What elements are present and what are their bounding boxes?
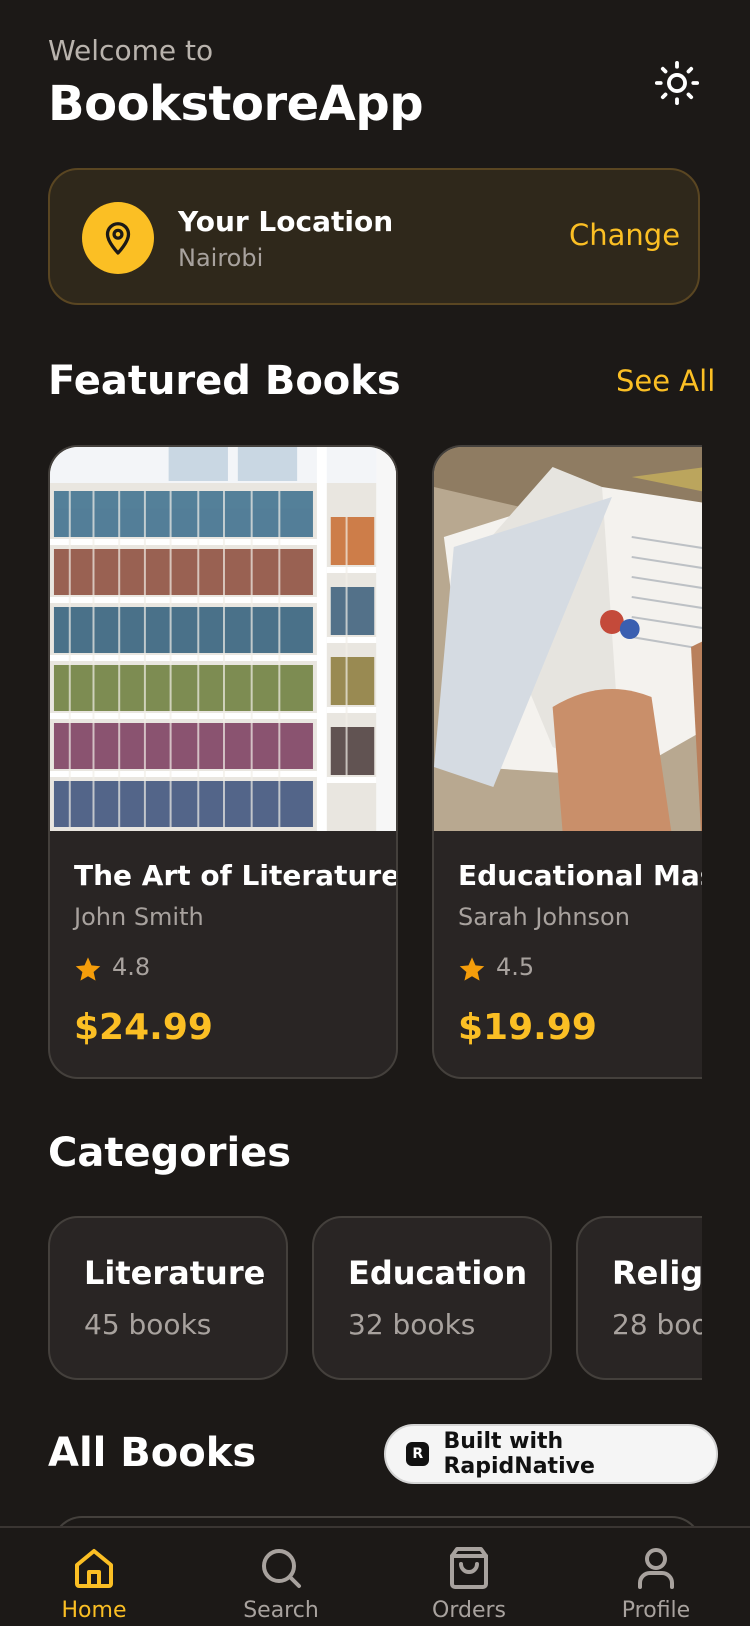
nav-orders[interactable]: Orders: [399, 1528, 539, 1626]
change-location-button[interactable]: Change: [569, 218, 680, 252]
book-rating: 4.8: [112, 953, 151, 981]
home-icon: [75, 1549, 113, 1588]
category-card-literature[interactable]: Literature 45 books: [48, 1216, 288, 1380]
location-title: Your Location: [178, 205, 394, 238]
featured-books-heading: Featured Books: [48, 358, 401, 404]
book-price: $24.99: [74, 1007, 213, 1048]
category-card-religion[interactable]: Religion 28 books: [576, 1216, 702, 1380]
map-pin-icon: [105, 222, 131, 255]
category-count: 32 books: [348, 1308, 476, 1341]
category-card-clip: Religion 28 books: [576, 1216, 702, 1380]
star-icon: [75, 957, 101, 981]
nav-home[interactable]: Home: [24, 1528, 164, 1626]
nav-label: Home: [61, 1598, 127, 1623]
rapidnative-logo: R: [406, 1442, 430, 1466]
book-card[interactable]: Educational Masterpiece Sarah Johnson 4.…: [432, 445, 702, 1079]
user-icon: [638, 1548, 674, 1589]
category-name: Literature: [84, 1254, 266, 1292]
nav-profile[interactable]: Profile: [586, 1528, 726, 1626]
shopping-bag-icon: [450, 1547, 488, 1589]
book-rating: 4.5: [496, 953, 535, 981]
search-icon: [262, 1549, 301, 1588]
categories-heading: Categories: [48, 1130, 292, 1176]
book-title: Educational Masterpiece: [458, 859, 702, 892]
nav-label: Search: [243, 1598, 319, 1623]
star-icon: [459, 957, 485, 981]
nav-search[interactable]: Search: [211, 1528, 351, 1626]
welcome-text: Welcome to: [48, 34, 214, 67]
location-pin-badge: [82, 202, 154, 274]
sun-icon: [654, 60, 700, 106]
open-book-photo: [434, 447, 702, 831]
book-title: The Art of Literature: [74, 859, 398, 892]
book-price: $19.99: [458, 1007, 597, 1048]
category-card-education[interactable]: Education 32 books: [312, 1216, 552, 1380]
category-name: Education: [348, 1254, 528, 1292]
category-count: 28 books: [612, 1308, 702, 1341]
see-all-link[interactable]: See All: [616, 364, 715, 398]
theme-toggle-button[interactable]: [652, 58, 702, 108]
book-card-clip: Educational Masterpiece Sarah Johnson 4.…: [432, 445, 702, 1079]
nav-label: Profile: [621, 1598, 691, 1623]
book-card[interactable]: The Art of Literature John Smith 4.8 $24…: [48, 445, 398, 1079]
all-books-heading: All Books: [48, 1430, 257, 1476]
category-count: 45 books: [84, 1308, 212, 1341]
bookshelf-photo: [50, 447, 396, 831]
book-author: John Smith: [74, 903, 204, 931]
book-author: Sarah Johnson: [458, 903, 630, 931]
bottom-nav: Home Search Orders Profile: [0, 1526, 750, 1626]
app-title: BookstoreApp: [48, 76, 424, 132]
location-city: Nairobi: [178, 244, 264, 272]
badge-label: Built with RapidNative: [443, 1429, 595, 1479]
category-name: Religion: [612, 1254, 702, 1292]
nav-label: Orders: [432, 1598, 506, 1623]
built-with-badge[interactable]: R Built with RapidNative: [384, 1424, 718, 1484]
